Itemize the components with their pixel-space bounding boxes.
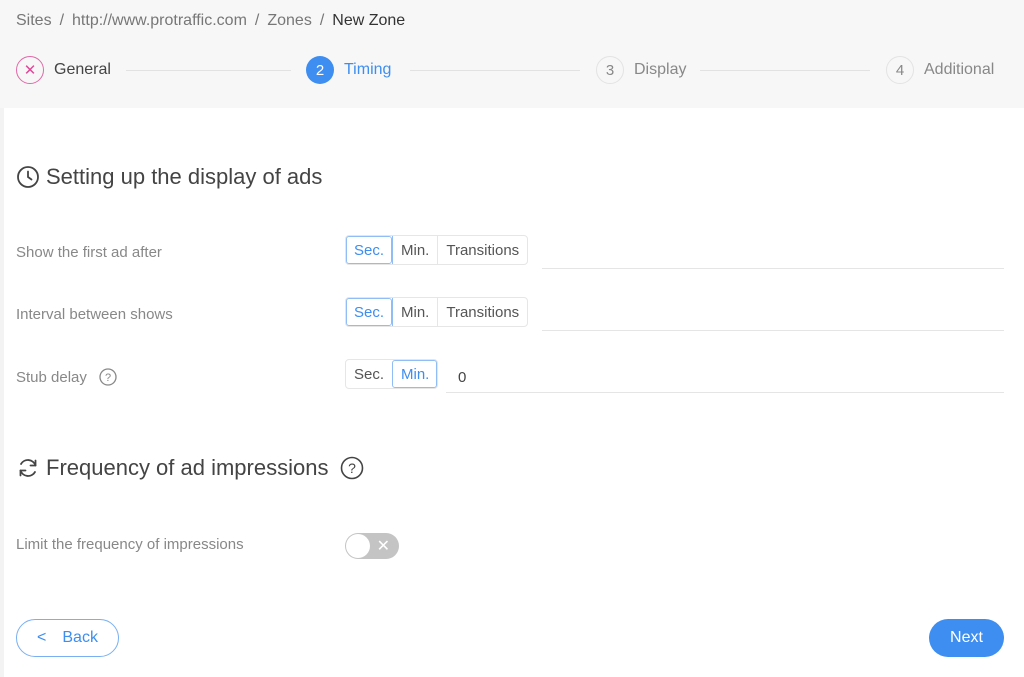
chevron-left-icon: < — [37, 629, 47, 646]
help-icon[interactable]: ? — [340, 456, 370, 480]
step-display[interactable]: 3 Display — [596, 56, 686, 84]
row-label-text: Interval between shows — [16, 306, 173, 323]
wizard-steps: ✕ General 2 Timing 3 Display 4 Additiona… — [16, 56, 996, 86]
limit-frequency-toggle[interactable]: ✕ — [345, 533, 399, 559]
unit-sec-option[interactable]: Sec. — [346, 236, 393, 264]
page-header: Sites / http://www.protraffic.com / Zone… — [0, 0, 1024, 108]
step-label: Timing — [344, 61, 392, 78]
unit-min-option[interactable]: Min. — [392, 360, 438, 388]
stub-delay-value-input[interactable]: 0 — [446, 363, 1004, 393]
unit-min-option[interactable]: Min. — [392, 236, 437, 264]
next-button-label: Next — [950, 629, 983, 646]
breadcrumb-site-url[interactable]: http://www.protraffic.com — [72, 12, 247, 30]
stub-delay-label: Stub delay ? — [16, 368, 117, 386]
section-title-text: Frequency of ad impressions — [46, 455, 329, 480]
error-x-icon: ✕ — [16, 56, 44, 84]
step-number: 2 — [306, 56, 334, 84]
back-button[interactable]: < Back — [16, 619, 119, 657]
next-button[interactable]: Next — [929, 619, 1004, 657]
unit-transitions-option[interactable]: Transitions — [437, 236, 527, 264]
interval-unit-selector: Sec. Min. Transitions — [345, 297, 529, 327]
stub-delay-unit-selector: Sec. Min. — [345, 359, 439, 389]
breadcrumb-current: New Zone — [332, 12, 406, 29]
svg-text:?: ? — [105, 372, 111, 384]
row-label-text: Stub delay — [16, 368, 87, 386]
unit-sec-option[interactable]: Sec. — [346, 360, 392, 388]
section-title-text: Setting up the display of ads — [46, 164, 323, 189]
step-label: Additional — [924, 61, 995, 78]
first-ad-value-input[interactable] — [542, 239, 1004, 269]
first-ad-unit-selector: Sec. Min. Transitions — [345, 235, 529, 265]
step-connector — [410, 70, 580, 71]
first-ad-label: Show the first ad after — [16, 244, 162, 261]
interval-label: Interval between shows — [16, 306, 173, 323]
breadcrumb-separator: / — [319, 12, 325, 29]
step-connector — [126, 70, 291, 71]
refresh-icon — [19, 459, 37, 477]
breadcrumb: Sites / http://www.protraffic.com / Zone… — [16, 12, 405, 30]
clock-icon — [17, 166, 39, 188]
step-number: 4 — [886, 56, 914, 84]
step-general[interactable]: ✕ General — [16, 56, 111, 84]
breadcrumb-separator: / — [59, 12, 65, 29]
unit-transitions-option[interactable]: Transitions — [437, 298, 527, 326]
svg-text:?: ? — [349, 460, 357, 476]
step-label: Display — [634, 61, 687, 78]
toggle-knob — [346, 534, 370, 558]
breadcrumb-sites[interactable]: Sites — [16, 12, 52, 30]
step-connector — [700, 70, 870, 71]
display-section-title: Setting up the display of ads — [16, 164, 322, 190]
step-label: General — [54, 61, 111, 78]
back-button-label: Back — [62, 629, 98, 646]
breadcrumb-zones[interactable]: Zones — [267, 12, 311, 30]
frequency-section-title: Frequency of ad impressions ? — [16, 455, 370, 481]
unit-min-option[interactable]: Min. — [392, 298, 437, 326]
row-label-text: Limit the frequency of impressions — [16, 536, 244, 553]
step-number: 3 — [596, 56, 624, 84]
step-timing[interactable]: 2 Timing — [306, 56, 391, 84]
help-icon[interactable]: ? — [99, 368, 117, 386]
row-label-text: Show the first ad after — [16, 244, 162, 261]
limit-frequency-label: Limit the frequency of impressions — [16, 536, 244, 553]
interval-value-input[interactable] — [542, 301, 1004, 331]
step-additional[interactable]: 4 Additional — [886, 56, 994, 84]
breadcrumb-separator: / — [254, 12, 260, 29]
toggle-off-x-icon: ✕ — [376, 538, 390, 555]
unit-sec-option[interactable]: Sec. — [346, 298, 393, 326]
